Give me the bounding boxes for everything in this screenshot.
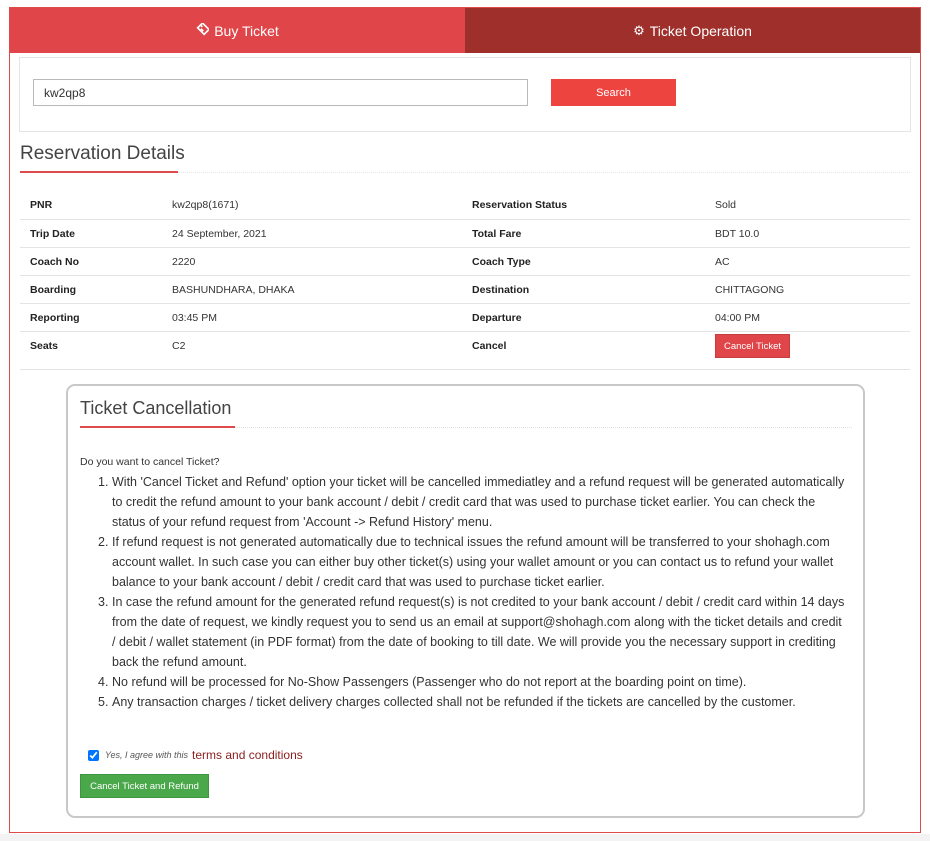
search-panel: Search	[19, 57, 911, 132]
cancel-ticket-button[interactable]: Cancel Ticket	[715, 334, 791, 358]
reporting-value: 03:45 PM	[162, 303, 462, 332]
tab-buy-ticket-label: Buy Ticket	[214, 22, 279, 39]
agree-text: Yes, I agree with this	[105, 750, 189, 760]
pnr-value: kw2qp8(1671)	[162, 191, 462, 220]
trip-date-label: Trip Date	[20, 219, 162, 248]
terms-link[interactable]: terms and conditions	[192, 748, 303, 762]
reservation-status-value: Sold	[705, 191, 910, 220]
list-item-text: Any transaction charges / ticket deliver…	[112, 695, 796, 709]
tab-ticket-operation[interactable]: ⚙ Ticket Operation	[465, 8, 920, 53]
reporting-label: Reporting	[20, 303, 162, 332]
list-item: 5. Any transaction charges / ticket deliv…	[98, 692, 848, 712]
title-underline	[20, 171, 178, 173]
reservation-details-title: Reservation Details	[20, 143, 185, 164]
cancel-label: Cancel	[462, 331, 705, 370]
table-row: Boarding BASHUNDHARA, DHAKA Destination …	[20, 275, 910, 304]
tab-buy-ticket[interactable]: Buy Ticket	[10, 8, 465, 53]
boarding-label: Boarding	[20, 275, 162, 304]
list-item: 3. In case the refund amount for the gene…	[98, 592, 848, 672]
total-fare-label: Total Fare	[462, 219, 705, 248]
pnr-label: PNR	[20, 191, 162, 220]
gear-icon: ⚙	[633, 22, 645, 38]
coach-type-value: AC	[705, 247, 910, 276]
coach-type-label: Coach Type	[462, 247, 705, 276]
coach-no-value: 2220	[162, 247, 462, 276]
table-row: Coach No 2220 Coach Type AC	[20, 247, 910, 276]
pnr-search-input[interactable]	[33, 79, 528, 106]
reservation-status-label: Reservation Status	[462, 191, 705, 220]
list-number: 3.	[98, 595, 109, 609]
title-underline	[80, 426, 235, 428]
destination-label: Destination	[462, 275, 705, 304]
departure-value: 04:00 PM	[705, 303, 910, 332]
cancel-question: Do you want to cancel Ticket?	[80, 456, 220, 468]
tab-ticket-operation-label: Ticket Operation	[649, 22, 752, 39]
list-item-text: No refund will be processed for No-Show …	[112, 675, 747, 689]
list-item: 2. If refund request is not generated aut…	[98, 532, 848, 592]
search-button[interactable]: Search	[551, 79, 676, 106]
list-number: 5.	[98, 695, 109, 709]
list-item-text: With 'Cancel Ticket and Refund' option y…	[112, 475, 845, 529]
agree-terms: Yes, I agree with this terms and conditi…	[88, 748, 303, 762]
table-row: Seats C2 Cancel Cancel Ticket	[20, 331, 910, 370]
coach-no-label: Coach No	[20, 247, 162, 276]
destination-value: CHITTAGONG	[705, 275, 910, 304]
list-item-text: In case the refund amount for the genera…	[112, 595, 845, 669]
list-number: 1.	[98, 475, 109, 489]
trip-date-value: 24 September, 2021	[162, 219, 462, 248]
list-item: 4. No refund will be processed for No-Sho…	[98, 672, 848, 692]
divider	[178, 172, 910, 173]
boarding-value: BASHUNDHARA, DHAKA	[162, 275, 462, 304]
table-row: PNR kw2qp8(1671) Reservation Status Sold	[20, 191, 910, 220]
reservation-table: PNR kw2qp8(1671) Reservation Status Sold…	[20, 191, 910, 370]
total-fare-value: BDT 10.0	[705, 219, 910, 248]
seats-value: C2	[162, 331, 462, 370]
divider	[235, 427, 852, 428]
ticket-cancellation-panel: Ticket Cancellation Do you want to cance…	[66, 384, 865, 818]
list-item-text: If refund request is not generated autom…	[112, 535, 834, 589]
cancel-cell: Cancel Ticket	[705, 331, 910, 370]
tab-bar: Buy Ticket ⚙ Ticket Operation	[10, 8, 920, 53]
agree-checkbox[interactable]	[88, 749, 99, 761]
cancel-ticket-and-refund-button[interactable]: Cancel Ticket and Refund	[80, 774, 209, 798]
ticket-cancellation-title: Ticket Cancellation	[80, 398, 232, 418]
departure-label: Departure	[462, 303, 705, 332]
table-row: Reporting 03:45 PM Departure 04:00 PM	[20, 303, 910, 332]
list-number: 2.	[98, 535, 109, 549]
list-number: 4.	[98, 675, 109, 689]
refund-policy-list: 1. With 'Cancel Ticket and Refund' option…	[98, 472, 848, 712]
seats-label: Seats	[20, 331, 162, 370]
ticket-icon	[196, 21, 211, 39]
page-frame: Buy Ticket ⚙ Ticket Operation Search Res…	[9, 7, 921, 833]
page-footer-strip	[0, 834, 930, 841]
list-item: 1. With 'Cancel Ticket and Refund' option…	[98, 472, 848, 532]
table-row: Trip Date 24 September, 2021 Total Fare …	[20, 219, 910, 248]
